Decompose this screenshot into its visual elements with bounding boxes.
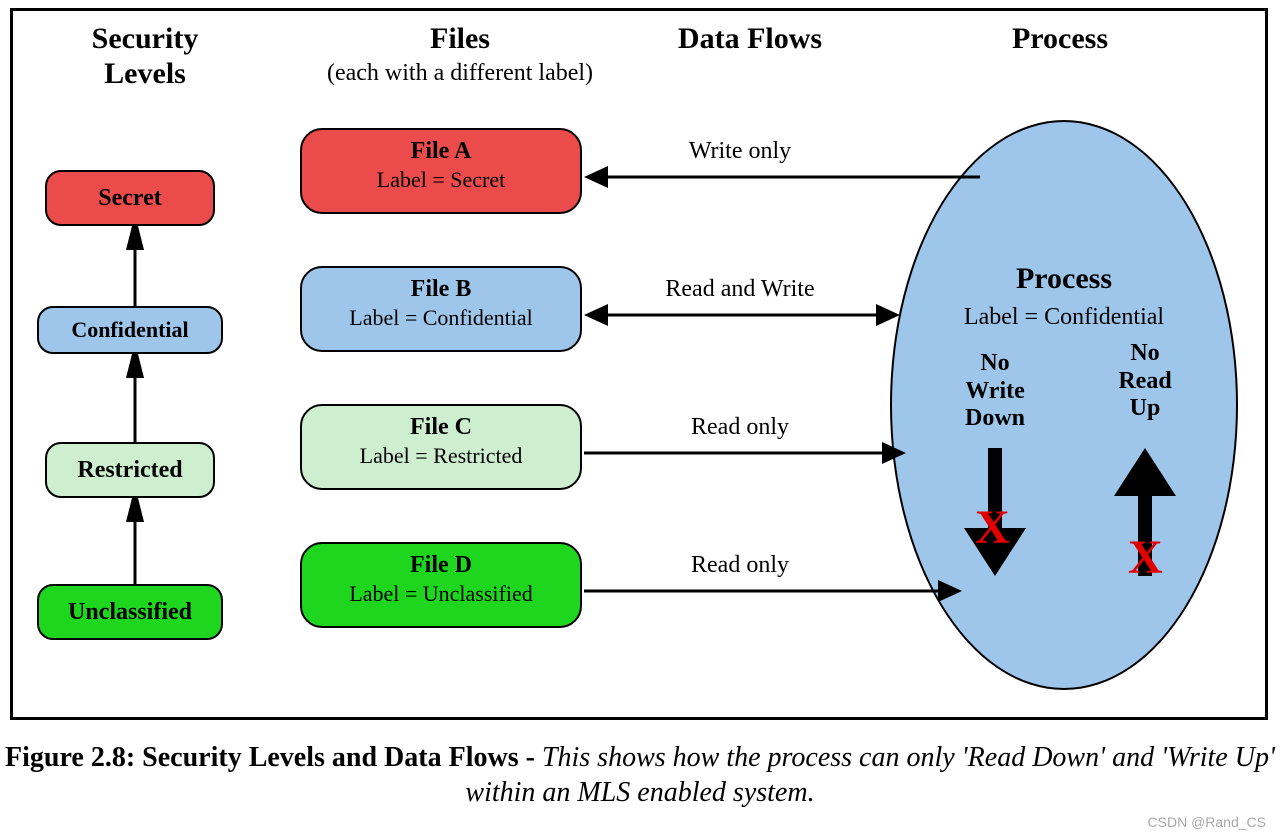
level-secret: Secret [45,170,215,226]
file-b-name: File B [302,274,580,304]
flow-label-b: Read and Write [620,276,860,303]
process-title: Process [890,262,1238,296]
flow-arrow-a [582,162,982,192]
file-b-label: Label = Confidential [302,304,580,332]
file-b: File B Label = Confidential [300,266,582,352]
level-restricted: Restricted [45,442,215,498]
header-files: Files [380,22,540,57]
caption-italic: This shows how the process can only 'Rea… [465,742,1275,808]
figure-caption: Figure 2.8: Security Levels and Data Flo… [0,740,1280,810]
flow-label-c: Read only [640,414,840,441]
level-arrow-1 [120,224,150,308]
file-d-label: Label = Unclassified [302,580,580,608]
process-label: Label = Confidential [890,304,1238,331]
header-security-levels: Security Levels [55,22,235,91]
header-process: Process [960,22,1160,57]
file-a: File A Label = Secret [300,128,582,214]
flow-label-a: Write only [640,138,840,165]
header-files-sub: (each with a different label) [290,60,630,87]
flow-label-d: Read only [640,552,840,579]
flow-arrow-b [582,300,902,330]
x-mark-write-down: X [975,500,1010,555]
flow-arrow-d [582,576,964,606]
file-c-label: Label = Restricted [302,442,580,470]
flow-arrow-c [582,438,908,468]
level-confidential: Confidential [37,306,223,354]
caption-bold: Figure 2.8: Security Levels and Data Flo… [5,742,542,773]
watermark: CSDN @Rand_CS [1148,814,1266,830]
header-data-flows: Data Flows [640,22,860,57]
file-c: File C Label = Restricted [300,404,582,490]
level-arrow-2 [120,352,150,444]
file-a-label: Label = Secret [302,166,580,194]
x-mark-read-up: X [1128,530,1163,585]
level-arrow-3 [120,496,150,586]
level-unclassified: Unclassified [37,584,223,640]
file-c-name: File C [302,412,580,442]
rule-no-write-down: No Write Down [935,350,1055,433]
rule-no-read-up: No Read Up [1085,340,1205,423]
file-d: File D Label = Unclassified [300,542,582,628]
file-d-name: File D [302,550,580,580]
file-a-name: File A [302,136,580,166]
